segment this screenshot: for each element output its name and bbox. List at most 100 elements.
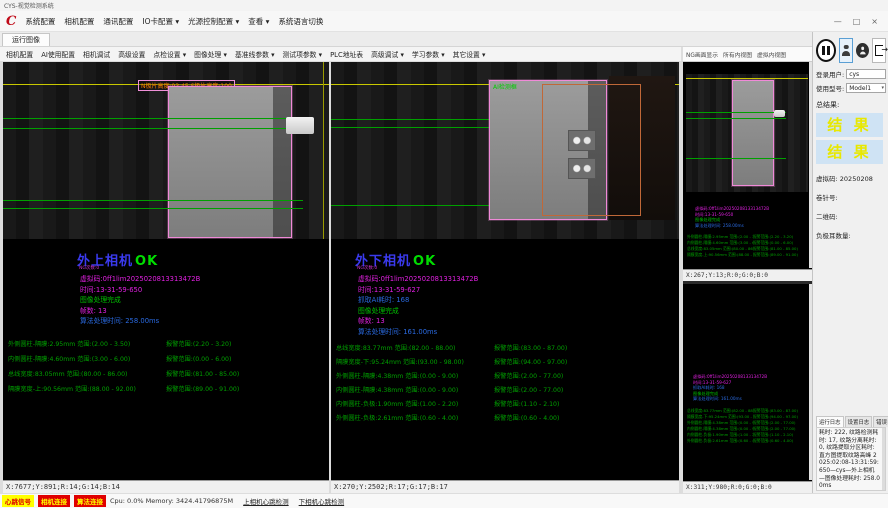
model-label: 使用型号:: [816, 83, 844, 93]
thumb-header-ng-display[interactable]: NG画面显示: [686, 50, 718, 59]
exit-button[interactable]: [872, 38, 886, 63]
pause-button[interactable]: [816, 39, 836, 62]
qr-code-label: 二维码:: [816, 211, 886, 221]
close-icon[interactable]: ×: [871, 17, 878, 26]
app-window: CYS-视觉检测系统 C 系统配置 相机配置 通讯配置 IO卡配置 ▾ 光源控制…: [0, 0, 888, 508]
virtual-code-line: 虚拟码:0ff1lim2025020813313472B: [695, 206, 769, 212]
logout-door-icon: [875, 45, 883, 56]
product-region: [732, 80, 774, 186]
tool-test-params[interactable]: 测试项参数 ▾: [283, 49, 323, 59]
tool-image-processing[interactable]: 图像处理 ▾: [194, 49, 227, 59]
menu-view[interactable]: 查看 ▾: [248, 16, 269, 27]
measurement-value: 总线宽度:83.05mm 范围:(80.00 - 86.00): [8, 369, 166, 378]
measurement-row: 总线宽度:83.05mm 范围:(80.00 - 86.00) 报警范围:(81…: [8, 366, 326, 381]
operator-button[interactable]: [856, 43, 869, 58]
camera-info-block: 虚拟码:0ff1lim2025020813313472B 时间:13-31-59…: [358, 274, 478, 337]
user-icon: [842, 45, 851, 56]
result-badge-lower: 结 果: [816, 140, 883, 164]
model-select[interactable]: Model1: [846, 83, 886, 93]
measurement-row: 内侧圆柱-隔膜:4.38mm 范围:(0.00 - 9.00) 报警范围:(2.…: [336, 382, 676, 396]
measurement-value: 外侧圆柱-负极:2.61mm 范围:(0.60 - 4.00): [336, 413, 494, 422]
measurement-alarm: 报警范围:(89.00 - 91.00): [753, 252, 808, 258]
tool-advanced-settings[interactable]: 高级设置: [118, 49, 145, 59]
tool-camera-debug[interactable]: 相机调试: [83, 49, 110, 59]
measure-line-green: [3, 118, 303, 119]
thumbnail-scrollbar[interactable]: [809, 62, 812, 268]
algo-time-line: 算法处理时间: 258.00ms: [695, 223, 769, 229]
ai-detection-label: AI检测框: [493, 82, 517, 91]
user-button[interactable]: [839, 38, 853, 63]
tool-learning-params[interactable]: 学习参数 ▾: [412, 49, 445, 59]
processing-done-line: 图像处理完成: [80, 295, 200, 306]
maximize-icon[interactable]: □: [853, 17, 861, 26]
menu-bar: C 系统配置 相机配置 通讯配置 IO卡配置 ▾ 光源控制配置 ▾ 查看 ▾ 系…: [0, 11, 888, 32]
thumb-header-all-views[interactable]: 所有内视图: [723, 50, 752, 59]
measurement-value: 内侧圆柱-负极:1.90mm 范围:(1.00 - 2.20): [336, 399, 494, 408]
thumbnail-image: [686, 74, 808, 192]
algorithm-connection-badge: 算法连接: [74, 495, 106, 507]
thumbnail-lower-camera[interactable]: 外下相机OK 虚拟码:0ff1lim2025020813313472B 时间:1…: [683, 284, 812, 493]
pixel-coordinates-bar: X:7677;Y:891;R:14;G:14;B:14: [3, 480, 329, 493]
virtual-code-line: 虚拟码:0ff1lim2025020813313472B: [358, 274, 478, 285]
pixel-coordinates-bar: X:270;Y:2502;R:17;G:17;B:17: [331, 480, 679, 493]
cpu-memory-status: Cpu: 0.0% Memory: 3424.41796875M: [110, 497, 233, 505]
control-sidebar: 登录用户: cys 使用型号: Model1 总结果: 结 果 结 果 虚拟码:…: [812, 32, 888, 493]
measurement-alarm: 报警范围:(2.00 - 77.00): [494, 371, 676, 380]
tool-ai-config[interactable]: AI使用配置: [41, 49, 75, 59]
measurement-row: 内侧圆柱-负极:1.90mm 范围:(1.00 - 2.20) 报警范围:(1.…: [336, 396, 676, 410]
menu-light-config[interactable]: 光源控制配置 ▾: [188, 16, 239, 27]
menu-language-switch[interactable]: 系统语言切换: [278, 16, 323, 27]
log-output[interactable]: 耗时: 222, 纹路检测耗时: 17, 纹路分离耗时: 0, 纹路提取分区耗时…: [816, 427, 886, 491]
measure-line-green: [686, 158, 786, 159]
login-user-input[interactable]: cys: [846, 69, 886, 79]
algo-time-line: 算法处理时间: 161.00ms: [693, 396, 767, 402]
measure-line-green: [3, 200, 303, 201]
measurement-list: 总线宽度:83.77mm 范围:(82.00 - 88.00) 报警范围:(83…: [336, 340, 676, 424]
log-tab-run[interactable]: 运行日志: [816, 416, 844, 427]
upper-camera-heartbeat-link[interactable]: 上相机心跳检测: [243, 496, 289, 506]
thumbnail-upper-camera[interactable]: 外上相机OK 虚拟码:0ff1lim2025020813313472B 时间:1…: [683, 62, 812, 281]
minimize-icon[interactable]: —: [834, 17, 842, 26]
lower-camera-heartbeat-link[interactable]: 下相机心跳检测: [299, 496, 345, 506]
thumb-header-virtual-views[interactable]: 虚拟内视图: [757, 50, 786, 59]
log-tab-settings[interactable]: 设置日志: [845, 416, 873, 427]
log-text: 耗时: 222, 纹路检测耗时: 17, 纹路分离耗时: 0, 纹路提取分区耗时…: [819, 430, 880, 489]
status-bar: 心跳信号 相机连接 算法连接 Cpu: 0.0% Memory: 3424.41…: [0, 493, 888, 508]
measurement-alarm: 报警范围:(2.20 - 3.20): [166, 339, 326, 348]
menu-io-config[interactable]: IO卡配置 ▾: [142, 16, 179, 27]
menu-system-config[interactable]: 系统配置: [25, 16, 55, 27]
edge-line-yellow: [323, 62, 324, 239]
camera-image-lower[interactable]: AI检测框: [331, 62, 679, 239]
measurement-alarm: 报警范围:(0.60 - 4.00): [494, 413, 676, 422]
login-user-label: 登录用户:: [816, 69, 844, 79]
measurement-value: 隔膜宽度-上:90.56mm 范围:(88.00 - 92.00): [8, 384, 166, 393]
pixel-coordinates-bar: X:267;Y:13;R:0;G:0;B:0: [683, 269, 812, 281]
tool-plc-address-table[interactable]: PLC地址表: [330, 49, 363, 59]
camera-image-upper[interactable]: N极片高度:93.45 S极片高度:100: [3, 62, 329, 239]
title-bar: CYS-视觉检测系统: [0, 0, 888, 11]
tool-baseline-params[interactable]: 基准线参数 ▾: [235, 49, 275, 59]
virtual-code-line: 虚拟码:0ff1lim2025020813313472B: [80, 274, 200, 285]
tab-run-image[interactable]: 运行图像: [2, 33, 50, 46]
tab-strip: 运行图像: [0, 32, 812, 47]
measurement-row: 隔膜宽度-下:95.24mm 范围:(93.00 - 98.00) 报警范围:(…: [336, 354, 676, 368]
thumbnail-scrollbar[interactable]: [809, 284, 812, 480]
tool-camera-config[interactable]: 相机配置: [6, 49, 33, 59]
menu-camera-config[interactable]: 相机配置: [64, 16, 94, 27]
measurement-alarm: 报警范围:(94.00 - 97.00): [494, 357, 676, 366]
tool-advanced-debug[interactable]: 高级调试 ▾: [371, 49, 404, 59]
app-logo-icon: C: [6, 15, 16, 28]
window-controls: — □ ×: [834, 17, 882, 26]
connector-tab: [774, 110, 785, 117]
tool-other-settings[interactable]: 其它设置 ▾: [453, 49, 486, 59]
measure-line-green: [3, 208, 303, 209]
tool-spotcheck-settings[interactable]: 点检设置 ▾: [153, 49, 186, 59]
measurement-row: 外侧圆柱-隔膜:4.38mm 范围:(0.00 - 9.00) 报警范围:(2.…: [336, 368, 676, 382]
menu-comm-config[interactable]: 通讯配置: [103, 16, 133, 27]
ai-detection-box: [542, 84, 641, 216]
log-scrollbar[interactable]: [882, 428, 885, 490]
measurement-alarm: 报警范围:(89.00 - 91.00): [166, 384, 326, 393]
log-tab-error[interactable]: 错误日志: [873, 416, 888, 427]
virtual-code-label: 虚拟码:: [816, 175, 838, 183]
product-region: [168, 86, 292, 238]
